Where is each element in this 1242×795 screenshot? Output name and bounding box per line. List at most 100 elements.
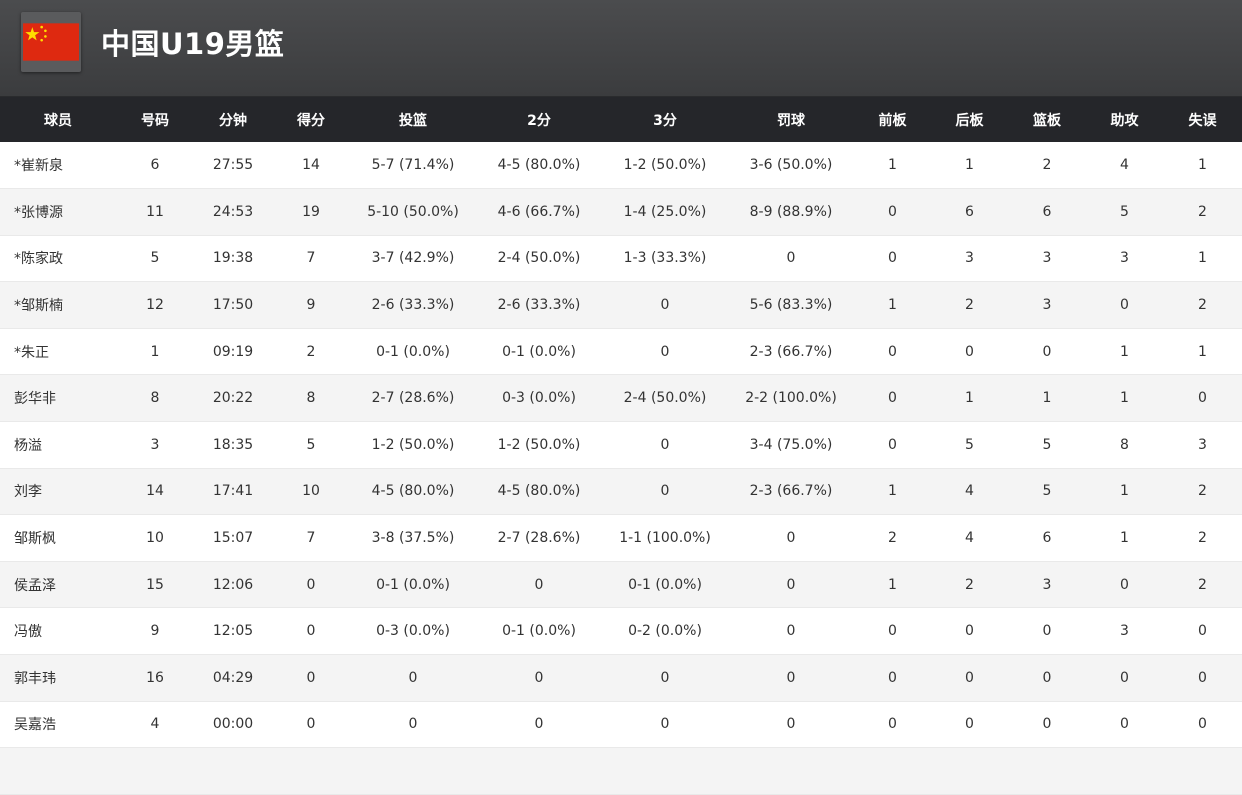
- stat-cell: 19: [272, 188, 350, 236]
- column-header[interactable]: 得分: [272, 97, 350, 142]
- player-name-cell: 郭丰玮: [0, 654, 116, 702]
- stat-cell: 12:05: [194, 607, 272, 656]
- stat-cell: 1: [854, 561, 931, 609]
- stat-cell: 8: [272, 374, 350, 423]
- stat-cell: 9: [116, 607, 194, 656]
- stat-cell: 0: [602, 281, 728, 329]
- stat-cell: 0: [728, 561, 854, 609]
- stat-cell: 3: [931, 235, 1008, 283]
- stat-cell: 0: [728, 654, 854, 702]
- stat-cell: 12:06: [194, 561, 272, 609]
- stat-cell: 1-2 (50.0%): [476, 421, 602, 469]
- stat-cell: 6: [116, 142, 194, 190]
- column-header[interactable]: 助攻: [1086, 97, 1163, 142]
- stat-cell: 4: [1086, 142, 1163, 190]
- stat-cell: 4-6 (66.7%): [476, 188, 602, 236]
- column-header[interactable]: 篮板: [1008, 97, 1086, 142]
- player-name-cell: 吴嘉浩: [0, 701, 116, 749]
- stat-cell: 3-6 (50.0%): [728, 142, 854, 190]
- stat-cell: 6: [1008, 188, 1086, 236]
- stat-cell: 0: [602, 654, 728, 702]
- stat-cell: [350, 747, 476, 795]
- stat-cell: 3-8 (37.5%): [350, 514, 476, 562]
- stat-cell: 1: [1086, 328, 1163, 376]
- stat-cell: 0: [272, 654, 350, 702]
- column-header[interactable]: 3分: [602, 97, 728, 142]
- stat-cell: 0: [1163, 654, 1242, 702]
- table-row: 彭华非 8 20:22 8 2-7 (28.6%) 0-3 (0.0%) 2-4 (50.0…: [0, 374, 1242, 423]
- table-row: *邹斯楠 12 17:50 9 2-6 (33.3%) 2-6 (33.3%) 0 5-6 (…: [0, 281, 1242, 329]
- stat-cell: 0-1 (0.0%): [350, 328, 476, 376]
- stat-cell: 1: [1163, 142, 1242, 190]
- stat-cell: 0: [854, 421, 931, 469]
- stat-cell: 0: [1086, 654, 1163, 702]
- stat-cell: 0: [728, 514, 854, 562]
- stat-cell: 3-7 (42.9%): [350, 235, 476, 283]
- column-header[interactable]: 2分: [476, 97, 602, 142]
- stat-cell: 0-1 (0.0%): [350, 561, 476, 609]
- stat-cell: 0: [854, 235, 931, 283]
- stat-cell: 2-2 (100.0%): [728, 374, 854, 423]
- stat-cell: 0: [854, 701, 931, 749]
- stat-cell: 2-3 (66.7%): [728, 328, 854, 376]
- stat-cell: 2-4 (50.0%): [602, 374, 728, 423]
- stat-cell: 5-6 (83.3%): [728, 281, 854, 329]
- player-name-cell: *邹斯楠: [0, 281, 116, 329]
- stat-cell: 0: [1008, 701, 1086, 749]
- column-header[interactable]: 号码: [116, 97, 194, 142]
- stat-cell: [602, 747, 728, 795]
- stat-cell: 0: [854, 328, 931, 376]
- stat-cell: [1008, 747, 1086, 795]
- stat-cell: 2: [931, 281, 1008, 329]
- stat-cell: 0: [272, 561, 350, 609]
- stat-cell: 2: [1008, 142, 1086, 190]
- stat-cell: 4-5 (80.0%): [476, 468, 602, 516]
- stat-cell: 2: [1163, 514, 1242, 562]
- china-flag-icon: [21, 12, 81, 72]
- stat-cell: 1-1 (100.0%): [602, 514, 728, 562]
- stat-cell: 5: [272, 421, 350, 469]
- stat-cell: [1086, 747, 1163, 795]
- stat-cell: 0: [1008, 607, 1086, 656]
- player-name-cell: *张博源: [0, 188, 116, 236]
- stat-cell: 0: [1163, 374, 1242, 423]
- stat-cell: 8-9 (88.9%): [728, 188, 854, 236]
- stat-cell: 0: [602, 328, 728, 376]
- stat-cell: 1: [854, 142, 931, 190]
- column-header[interactable]: 球员: [0, 97, 116, 142]
- stat-cell: 10: [116, 514, 194, 562]
- table-row: 杨溢 3 18:35 5 1-2 (50.0%) 1-2 (50.0%) 0 3-4 (75.…: [0, 421, 1242, 469]
- column-header[interactable]: 失误: [1163, 97, 1242, 142]
- stat-cell: 0: [1008, 328, 1086, 376]
- stat-cell: 2: [1163, 281, 1242, 329]
- player-name-cell: 邹斯枫: [0, 514, 116, 562]
- column-header[interactable]: 分钟: [194, 97, 272, 142]
- column-header[interactable]: 罚球: [728, 97, 854, 142]
- column-header[interactable]: 前板: [854, 97, 931, 142]
- stat-cell: 0: [931, 654, 1008, 702]
- stat-cell: 4-5 (80.0%): [476, 142, 602, 190]
- column-header[interactable]: 后板: [931, 97, 1008, 142]
- stat-cell: 9: [272, 281, 350, 329]
- column-header[interactable]: 投篮: [350, 97, 476, 142]
- stat-cell: 2-4 (50.0%): [476, 235, 602, 283]
- stat-cell: 7: [272, 514, 350, 562]
- stat-cell: 1-4 (25.0%): [602, 188, 728, 236]
- table-row: 吴嘉浩 4 00:00 0 0 0 0 0 0 0 0 0 0: [0, 701, 1242, 749]
- stat-cell: 17:50: [194, 281, 272, 329]
- stat-cell: 3: [116, 421, 194, 469]
- stat-cell: 0: [728, 607, 854, 656]
- stat-cell: 3: [1086, 607, 1163, 656]
- stat-cell: 0: [854, 374, 931, 423]
- stat-cell: 2-3 (66.7%): [728, 468, 854, 516]
- stat-cell: [116, 747, 194, 795]
- stat-cell: 0: [1086, 701, 1163, 749]
- stat-cell: 2-7 (28.6%): [476, 514, 602, 562]
- stat-cell: 5: [931, 421, 1008, 469]
- stat-cell: 12: [116, 281, 194, 329]
- stat-cell: 1: [931, 142, 1008, 190]
- box-score-table: 球员 号码 分钟 得分 投篮 2分 3分 罚球 前板 后板 篮板 助攻 失误 *崔新泉 6 27:55 14 5…: [0, 97, 1242, 795]
- stat-cell: 2: [1163, 188, 1242, 236]
- table-row: *张博源 11 24:53 19 5-10 (50.0%) 4-6 (66.7%) 1-4 …: [0, 188, 1242, 236]
- stat-cell: 8: [116, 374, 194, 423]
